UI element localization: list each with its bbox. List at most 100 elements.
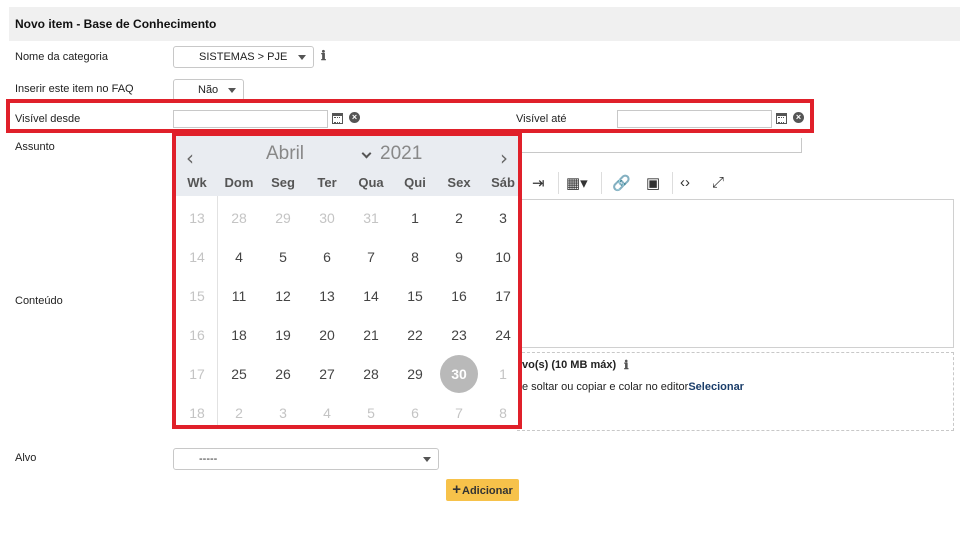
calendar-day[interactable]: 22: [393, 327, 437, 343]
calendar-day[interactable]: 4: [217, 249, 261, 265]
categoria-label: Nome da categoria: [15, 51, 108, 63]
visivel-ate-input[interactable]: [617, 110, 772, 128]
calendar-day[interactable]: 8: [481, 405, 525, 421]
calendar-day[interactable]: 18: [217, 327, 261, 343]
prev-month-icon[interactable]: ‹: [186, 146, 194, 170]
weekday-header: Qui: [404, 175, 426, 190]
faq-label: Inserir este item no FAQ: [15, 83, 134, 95]
visivel-desde-input[interactable]: [173, 110, 328, 128]
visivel-desde-label: Visível desde: [15, 113, 81, 125]
clear-icon[interactable]: ×: [793, 112, 804, 123]
calendar-day[interactable]: 16: [437, 288, 481, 304]
calendar-day[interactable]: 11: [217, 288, 261, 304]
attachment-desc: e soltar ou copiar e colar no editorSele…: [522, 381, 744, 393]
chevron-down-icon[interactable]: [361, 148, 372, 159]
calendar-icon[interactable]: [332, 113, 343, 124]
calendar-day[interactable]: 28: [217, 210, 261, 226]
week-number: 16: [189, 327, 205, 343]
calendar-day[interactable]: 4: [305, 405, 349, 421]
week-number: 13: [189, 210, 205, 226]
calendar-day[interactable]: 10: [481, 249, 525, 265]
conteudo-editor[interactable]: [517, 199, 954, 348]
add-button[interactable]: +Adicionar: [446, 479, 519, 501]
calendar-day[interactable]: 25: [217, 366, 261, 382]
calendar-day[interactable]: 21: [349, 327, 393, 343]
categoria-value: SISTEMAS > PJE: [199, 51, 288, 63]
calendar-day[interactable]: 5: [349, 405, 393, 421]
weekday-header: Seg: [271, 175, 295, 190]
calendar-day[interactable]: 27: [305, 366, 349, 382]
calendar-day[interactable]: 23: [437, 327, 481, 343]
visivel-ate-label: Visível até: [516, 113, 567, 125]
datepicker: ‹ Abril 2021 › Wk Dom Seg Ter Qua Qui Sex Sáb 13…: [172, 132, 522, 429]
clear-icon[interactable]: ×: [349, 112, 360, 123]
indent-icon[interactable]: ⇥: [532, 174, 545, 192]
calendar-day[interactable]: 26: [261, 366, 305, 382]
week-number: 15: [189, 288, 205, 304]
weekday-header: Sáb: [491, 175, 515, 190]
table-icon[interactable]: ▦▾: [566, 174, 588, 192]
code-icon[interactable]: ‹›: [680, 174, 690, 191]
calendar-day[interactable]: 1: [481, 366, 525, 382]
weekday-header: Ter: [317, 175, 337, 190]
calendar-day[interactable]: 6: [393, 405, 437, 421]
calendar-day[interactable]: 19: [261, 327, 305, 343]
calendar-day[interactable]: 14: [349, 288, 393, 304]
page-header: Novo item - Base de Conhecimento: [9, 7, 960, 41]
select-file-link[interactable]: Selecionar: [688, 381, 744, 393]
calendar-day[interactable]: 9: [437, 249, 481, 265]
weekday-header: Sex: [447, 175, 471, 190]
calendar-day[interactable]: 20: [305, 327, 349, 343]
calendar-icon[interactable]: [776, 113, 787, 124]
editor-toolbar: ⇥ ▦▾ 🔗 ▣ ‹› ⤢: [520, 170, 740, 198]
calendar-day[interactable]: 30: [305, 210, 349, 226]
alvo-value: -----: [199, 453, 218, 465]
year-input[interactable]: 2021: [380, 143, 422, 165]
calendar-day-selected[interactable]: 30: [437, 366, 481, 382]
calendar-day[interactable]: 6: [305, 249, 349, 265]
calendar-day[interactable]: 3: [481, 210, 525, 226]
plus-icon: +: [452, 481, 462, 498]
conteudo-label: Conteúdo: [15, 295, 63, 307]
calendar-day[interactable]: 31: [349, 210, 393, 226]
calendar-day[interactable]: 7: [349, 249, 393, 265]
calendar-day[interactable]: 2: [437, 210, 481, 226]
fullscreen-icon[interactable]: ⤢: [712, 174, 724, 191]
calendar-day[interactable]: 8: [393, 249, 437, 265]
attachment-dropzone[interactable]: vo(s) (10 MB máx) ℹ e soltar ou copiar e…: [517, 352, 954, 431]
calendar-day[interactable]: 28: [349, 366, 393, 382]
page-title: Novo item - Base de Conhecimento: [15, 17, 217, 31]
calendar-day[interactable]: 24: [481, 327, 525, 343]
image-icon[interactable]: ▣: [646, 174, 660, 192]
info-icon[interactable]: ℹ: [624, 358, 629, 372]
chevron-down-icon: [298, 55, 306, 60]
categoria-select[interactable]: SISTEMAS > PJE: [173, 46, 314, 68]
weekday-header: Dom: [224, 175, 254, 190]
calendar-day[interactable]: 12: [261, 288, 305, 304]
calendar-day[interactable]: 5: [261, 249, 305, 265]
next-month-icon[interactable]: ›: [500, 146, 508, 170]
toolbar-divider: [672, 172, 673, 194]
calendar-day[interactable]: 29: [393, 366, 437, 382]
calendar-day[interactable]: 7: [437, 405, 481, 421]
calendar-day[interactable]: 15: [393, 288, 437, 304]
attachment-title: vo(s) (10 MB máx): [522, 359, 617, 371]
calendar-day[interactable]: 29: [261, 210, 305, 226]
calendar-day[interactable]: 17: [481, 288, 525, 304]
chevron-down-icon: [228, 88, 236, 93]
info-icon[interactable]: ℹ: [321, 49, 326, 64]
calendar-day[interactable]: 1: [393, 210, 437, 226]
assunto-input[interactable]: [517, 138, 802, 153]
add-button-label: Adicionar: [462, 485, 513, 497]
calendar-day[interactable]: 2: [217, 405, 261, 421]
alvo-select[interactable]: -----: [173, 448, 439, 470]
link-icon[interactable]: 🔗: [612, 174, 631, 192]
weekday-header: Qua: [358, 175, 384, 190]
calendar-day[interactable]: 3: [261, 405, 305, 421]
calendar-day[interactable]: 13: [305, 288, 349, 304]
week-number: 14: [189, 249, 205, 265]
month-select[interactable]: Abril: [266, 143, 304, 165]
week-number: 18: [189, 405, 205, 421]
toolbar-divider: [601, 172, 602, 194]
faq-select[interactable]: Não: [173, 79, 244, 101]
